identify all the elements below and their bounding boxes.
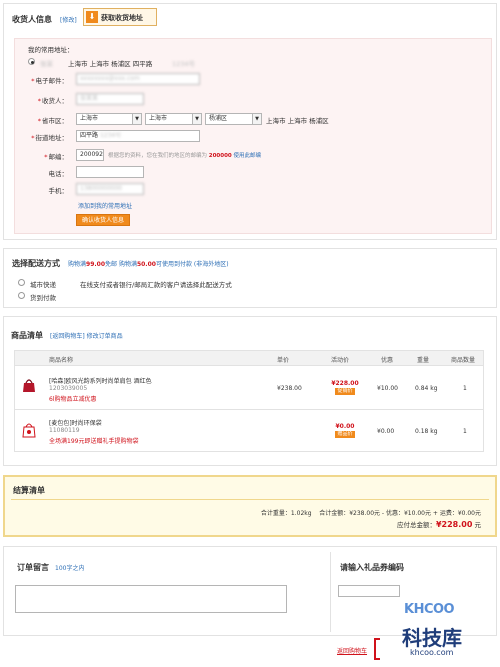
fetch-address-button[interactable]: ⬇ 获取收货地址 bbox=[83, 8, 157, 26]
product-discount: ¥10.00 bbox=[377, 385, 398, 392]
product-sale: ¥228.00 促销价 bbox=[331, 380, 359, 395]
cart-title: 商品清单 bbox=[11, 331, 43, 340]
watermark-url: khcoo.com bbox=[410, 648, 454, 657]
street-field[interactable]: 四平路 1234号 bbox=[76, 130, 200, 142]
product-weight: 0.18 kg bbox=[415, 428, 438, 435]
product-discount: ¥0.00 bbox=[377, 428, 395, 435]
add-common-address-link[interactable]: 添加到我的常用地址 bbox=[78, 201, 132, 210]
footer-red-bracket bbox=[374, 638, 380, 660]
gift-bag-image[interactable] bbox=[21, 420, 37, 438]
product-image[interactable] bbox=[21, 377, 37, 393]
shipping-option-cod-radio[interactable] bbox=[18, 292, 25, 299]
common-address-label: 我的常用地址： bbox=[28, 46, 74, 54]
zip-hint: 根据您的资料，您在我们的地区的邮编为 200000 使用此邮编 bbox=[108, 153, 261, 159]
common-address-name: 张某 bbox=[40, 60, 53, 68]
shipping-option-express-desc: 在线支付或者银行/邮局汇款的客户请选择此配送方式 bbox=[80, 281, 232, 289]
remark-limit: 100字之内 bbox=[55, 565, 85, 572]
shipping-option-express-label: 城市快递 bbox=[30, 281, 56, 289]
street-label: *街道地址： bbox=[31, 134, 68, 142]
product-code: 11080119 bbox=[49, 427, 80, 434]
city-select[interactable]: 上海市 ▼ bbox=[145, 113, 202, 125]
product-qty: 1 bbox=[463, 428, 467, 435]
mobile-field[interactable]: 13800000000 bbox=[76, 183, 144, 195]
product-name[interactable]: [哈森]欧风光韵系列时尚单肩包 酒红色 bbox=[49, 376, 152, 385]
product-qty: 1 bbox=[463, 385, 467, 392]
watermark-logo-text: KHCOO bbox=[404, 602, 455, 617]
phone-field[interactable] bbox=[76, 166, 144, 178]
settlement-panel: 结算清单 合计重量：1.02kg 合计金额：¥238.00元 - 优惠：¥10.… bbox=[3, 475, 497, 537]
consignee-panel: 收货人信息 [修改] ⬇ 获取收货地址 我的常用地址： 张某 上海市 上海市 杨… bbox=[3, 3, 497, 240]
footer-back-link[interactable]: 返回购物车 bbox=[337, 646, 367, 655]
download-icon: ⬇ bbox=[86, 11, 98, 23]
shipping-option-express-radio[interactable] bbox=[18, 279, 25, 286]
use-zip-link[interactable]: 使用此邮编 bbox=[233, 153, 261, 159]
region-label: *省市区： bbox=[37, 117, 68, 125]
shipping-note: 购物满99.00免邮 购物满50.00可使用到付款 (非海外地区) bbox=[68, 261, 229, 268]
settlement-summary: 合计重量：1.02kg 合计金额：¥238.00元 - 优惠：¥10.00元 +… bbox=[260, 510, 481, 517]
shipping-panel: 选择配送方式 购物满99.00免邮 购物满50.00可使用到付款 (非海外地区)… bbox=[3, 248, 497, 308]
sale-tag: 促销价 bbox=[335, 388, 355, 395]
product-name[interactable]: [麦包包]时尚环保袋 bbox=[49, 418, 102, 427]
gift-tag: 赠品价 bbox=[335, 431, 355, 438]
common-address-blur: 1234号 bbox=[172, 60, 196, 68]
common-address-text: 上海市 上海市 杨浦区 四平路 bbox=[68, 60, 153, 68]
cart-header-row: 商品名称 单价 活动价 优惠 重量 商品数量 bbox=[14, 350, 484, 366]
recipient-field[interactable]: 张某某 bbox=[76, 93, 144, 105]
chevron-down-icon: ▼ bbox=[252, 114, 261, 124]
remark-title: 订单留言 bbox=[17, 563, 49, 572]
modify-order-link[interactable]: 修改订单商品 bbox=[87, 333, 123, 340]
region-text: 上海市 上海市 杨浦区 bbox=[266, 117, 329, 125]
zip-label: *邮编： bbox=[44, 153, 68, 161]
email-field[interactable]: xxxxxxxx@xxx.com bbox=[76, 73, 200, 85]
consignee-title: 收货人信息 bbox=[12, 15, 52, 24]
product-promo: 全场满199元即送赠礼手提购物袋 bbox=[49, 438, 139, 445]
overseas-link[interactable]: (非海外地区) bbox=[194, 261, 229, 268]
shipping-option-cod-label: 货到付款 bbox=[30, 294, 56, 302]
settlement-divider bbox=[11, 499, 489, 500]
recipient-label: *收货人： bbox=[37, 97, 68, 105]
product-code: 1203039005 bbox=[49, 385, 88, 392]
settlement-total: 应付总金额：¥228.00 元 bbox=[396, 520, 481, 529]
coupon-title: 请输入礼品券编码 bbox=[340, 563, 404, 572]
common-address-radio[interactable] bbox=[28, 58, 35, 65]
confirm-consignee-button[interactable]: 确认收货人信息 bbox=[76, 214, 130, 226]
col-price: 单价 bbox=[277, 357, 290, 364]
product-promo: 6l购物品立减优惠 bbox=[49, 396, 97, 403]
chevron-down-icon: ▼ bbox=[132, 114, 141, 124]
col-name: 商品名称 bbox=[49, 357, 74, 364]
table-row: [麦包包]时尚环保袋 11080119 全场满199元即送赠礼手提购物袋 ¥0.… bbox=[14, 410, 484, 452]
shipping-title: 选择配送方式 bbox=[12, 259, 60, 268]
zip-field[interactable]: 200092 bbox=[76, 149, 104, 161]
district-select[interactable]: 杨浦区 ▼ bbox=[205, 113, 262, 125]
col-weight: 重量 bbox=[417, 357, 430, 364]
back-to-cart-link[interactable]: [返回购物车] bbox=[50, 333, 85, 340]
watermark-logo: KHCOO 科技库 khcoo.com bbox=[400, 600, 484, 666]
consignee-modify-link[interactable]: [修改] bbox=[60, 15, 77, 24]
watermark-cn: 科技库 bbox=[402, 626, 462, 650]
col-discount: 优惠 bbox=[381, 357, 394, 364]
province-select[interactable]: 上海市 ▼ bbox=[76, 113, 142, 125]
remark-textarea[interactable] bbox=[15, 585, 287, 613]
product-price: ¥238.00 bbox=[277, 385, 302, 392]
email-label: *电子邮件： bbox=[31, 77, 68, 85]
phone-label: 电话： bbox=[48, 170, 69, 178]
mobile-label: 手机： bbox=[48, 187, 69, 195]
product-sale: ¥0.00 赠品价 bbox=[335, 423, 355, 438]
settlement-title: 结算清单 bbox=[13, 486, 45, 495]
table-row: [哈森]欧风光韵系列时尚单肩包 酒红色 1203039005 6l购物品立减优惠… bbox=[14, 366, 484, 410]
vertical-divider bbox=[330, 552, 331, 632]
coupon-field[interactable] bbox=[338, 585, 400, 597]
fetch-address-label: 获取收货地址 bbox=[101, 14, 143, 22]
col-qty: 商品数量 bbox=[451, 357, 476, 364]
col-sale-price: 活动价 bbox=[331, 357, 350, 364]
cart-links: [返回购物车] 修改订单商品 bbox=[50, 331, 123, 340]
chevron-down-icon: ▼ bbox=[192, 114, 201, 124]
product-weight: 0.84 kg bbox=[415, 385, 438, 392]
